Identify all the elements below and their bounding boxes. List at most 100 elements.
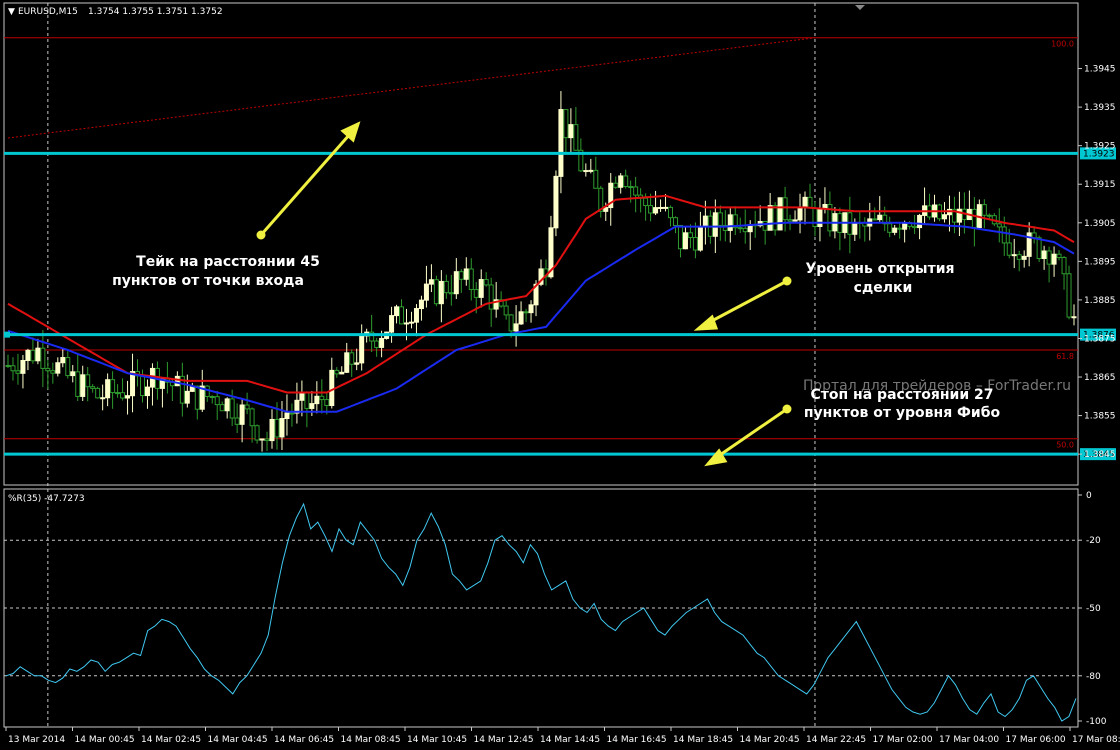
candle-body bbox=[144, 386, 150, 397]
candle-18 bbox=[95, 386, 101, 399]
candle-body bbox=[628, 186, 634, 189]
fibo-label-61.8: 61.8 bbox=[1056, 352, 1074, 361]
candle-body bbox=[274, 418, 280, 438]
candle-body bbox=[45, 367, 51, 372]
candle-body bbox=[792, 219, 798, 222]
entry-level-handle[interactable] bbox=[4, 331, 10, 338]
candle-body bbox=[727, 214, 733, 231]
candle-body bbox=[324, 399, 330, 407]
time-tick-label: 14 Mar 04:45 bbox=[208, 735, 268, 745]
candle-body bbox=[219, 404, 225, 412]
candle-body bbox=[1046, 250, 1052, 265]
candle-body bbox=[1001, 226, 1007, 244]
candle-body bbox=[75, 371, 81, 397]
candle-body bbox=[239, 404, 245, 425]
price-tick-label: 1.3935 bbox=[1084, 103, 1116, 113]
candle-body bbox=[553, 175, 559, 229]
candle-86 bbox=[433, 275, 439, 307]
candle-body bbox=[65, 357, 71, 377]
candle-body bbox=[558, 109, 564, 177]
candle-body bbox=[339, 371, 345, 375]
candle-body bbox=[653, 207, 659, 214]
candle-body bbox=[374, 340, 380, 348]
candle-body bbox=[478, 279, 484, 298]
candle-body bbox=[443, 280, 449, 294]
time-tick-label: 14 Mar 14:45 bbox=[540, 735, 600, 745]
candle-body bbox=[518, 311, 524, 325]
wpr-tick-label: 0 bbox=[1086, 491, 1092, 501]
price-tick-label: 1.3895 bbox=[1084, 257, 1116, 267]
candle-body bbox=[762, 220, 768, 231]
candle-body bbox=[941, 214, 947, 220]
candle-body bbox=[782, 197, 788, 221]
candle-213 bbox=[1066, 265, 1072, 320]
candle-body bbox=[25, 349, 31, 362]
candle-body bbox=[30, 349, 36, 362]
time-tick-label: 14 Mar 20:45 bbox=[740, 735, 800, 745]
price-tick-label: 1.3915 bbox=[1084, 180, 1116, 190]
candle-body bbox=[309, 403, 315, 409]
candle-body bbox=[214, 396, 220, 406]
candle-body bbox=[892, 227, 898, 233]
candle-body bbox=[1056, 253, 1062, 259]
candle-body bbox=[917, 214, 923, 229]
candle-body bbox=[428, 279, 434, 285]
candle-body bbox=[643, 197, 649, 207]
header-arrow-icon[interactable]: ▼ bbox=[8, 7, 15, 17]
candle-body bbox=[508, 314, 514, 332]
candle-body bbox=[453, 271, 459, 295]
candle-body bbox=[807, 196, 813, 209]
candle-body bbox=[986, 214, 992, 217]
candle-body bbox=[269, 418, 275, 442]
candle-body bbox=[423, 283, 429, 301]
candle-body bbox=[120, 392, 126, 399]
candle-body bbox=[1071, 316, 1077, 319]
candle-110 bbox=[553, 170, 559, 237]
time-tick-label: 17 Mar 02:00 bbox=[873, 735, 933, 745]
time-tick-label: 14 Mar 00:45 bbox=[75, 735, 135, 745]
candle-body bbox=[802, 196, 808, 208]
candle-body bbox=[897, 227, 903, 230]
candle-body bbox=[817, 208, 823, 227]
candle-body bbox=[737, 227, 743, 230]
symbol-label: EURUSD,M15 bbox=[18, 7, 78, 17]
price-chart[interactable]: 100.061.850.0 1.39231.38761.3845 1.39451… bbox=[0, 0, 1120, 750]
entry-annotation-line1: Уровень открытия bbox=[805, 261, 954, 277]
time-axis: 13 Mar 2014 14 Mar 00:45 14 Mar 02:45 14 Ma… bbox=[5, 727, 1120, 745]
candle-body bbox=[513, 323, 519, 332]
candle-body bbox=[682, 232, 688, 250]
candle-body bbox=[618, 175, 624, 188]
candle-body bbox=[623, 175, 629, 188]
candle-body bbox=[588, 169, 594, 172]
candle-body bbox=[872, 218, 878, 221]
candle-body bbox=[692, 237, 698, 251]
price-tick-label: 1.3925 bbox=[1084, 142, 1116, 152]
candle-body bbox=[70, 371, 76, 377]
candle-body bbox=[438, 280, 444, 305]
candle-body bbox=[174, 375, 180, 387]
candle-body bbox=[433, 279, 439, 305]
stop-annotation-line1: Стоп на расстоянии 27 bbox=[811, 387, 994, 403]
candle-body bbox=[573, 124, 579, 151]
candle-body bbox=[712, 212, 718, 237]
candle-body bbox=[488, 284, 494, 310]
candle-body bbox=[633, 186, 639, 196]
candle-body bbox=[503, 305, 509, 316]
candle-body bbox=[658, 206, 664, 209]
candle-body bbox=[284, 412, 290, 420]
candle-body bbox=[90, 386, 96, 389]
candle-body bbox=[418, 299, 424, 310]
candle-body bbox=[344, 352, 350, 373]
candle-body bbox=[668, 206, 674, 219]
candle-body bbox=[473, 289, 479, 298]
candle-body bbox=[648, 205, 654, 214]
candle-body bbox=[40, 347, 46, 369]
candle-body bbox=[408, 321, 414, 324]
candle-body bbox=[60, 357, 66, 364]
candle-body bbox=[468, 268, 474, 291]
candle-body bbox=[772, 205, 778, 231]
candle-body bbox=[458, 271, 464, 280]
candle-body bbox=[50, 370, 56, 374]
candle-body bbox=[528, 304, 534, 314]
candle-body bbox=[702, 215, 708, 228]
